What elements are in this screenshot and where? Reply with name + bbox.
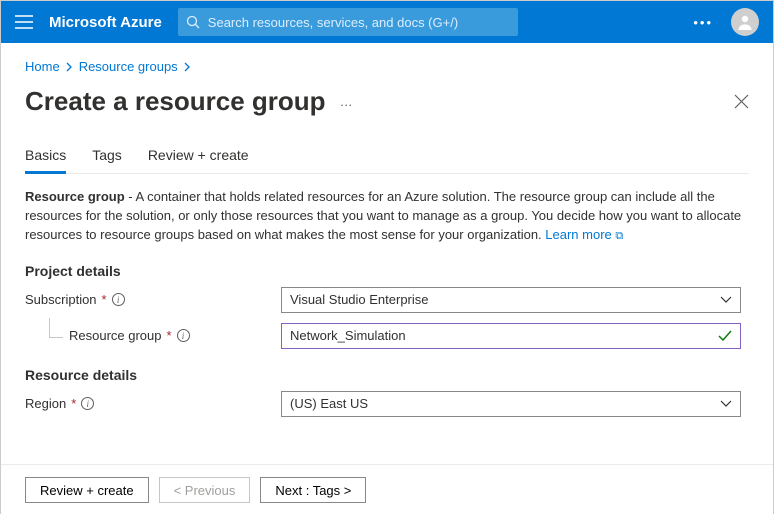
subscription-select[interactable]: Visual Studio Enterprise xyxy=(281,287,741,313)
section-resource-details: Resource details xyxy=(25,367,749,383)
content: Home Resource groups Create a resource g… xyxy=(1,43,773,417)
external-link-icon: ⧉ xyxy=(615,230,623,242)
close-icon[interactable] xyxy=(734,94,749,109)
search-input[interactable] xyxy=(208,15,510,30)
footer: Review + create < Previous Next : Tags > xyxy=(1,464,773,515)
desc-body: - A container that holds related resourc… xyxy=(25,189,741,242)
required-indicator: * xyxy=(71,396,76,411)
row-resource-group: Resource group * i Network_Simulation xyxy=(25,323,749,349)
required-indicator: * xyxy=(102,292,107,307)
avatar[interactable] xyxy=(731,8,759,36)
required-indicator: * xyxy=(167,328,172,343)
breadcrumb-home[interactable]: Home xyxy=(25,59,60,74)
previous-button: < Previous xyxy=(159,477,251,503)
search-icon xyxy=(186,15,200,29)
chevron-down-icon xyxy=(720,296,732,304)
breadcrumb-resource-groups[interactable]: Resource groups xyxy=(79,59,178,74)
region-value: (US) East US xyxy=(290,396,368,411)
title-row: Create a resource group … xyxy=(25,82,749,141)
tab-review[interactable]: Review + create xyxy=(148,141,249,173)
brand-label: Microsoft Azure xyxy=(49,14,162,31)
next-button[interactable]: Next : Tags > xyxy=(260,477,366,503)
chevron-down-icon xyxy=(720,400,732,408)
subscription-value: Visual Studio Enterprise xyxy=(290,292,429,307)
row-region: Region * i (US) East US xyxy=(25,391,749,417)
label-subscription: Subscription * i xyxy=(25,292,281,307)
section-project-details: Project details xyxy=(25,263,749,279)
info-icon[interactable]: i xyxy=(112,293,125,306)
info-icon[interactable]: i xyxy=(81,397,94,410)
tabs: Basics Tags Review + create xyxy=(25,141,749,174)
row-subscription: Subscription * i Visual Studio Enterpris… xyxy=(25,287,749,313)
check-icon xyxy=(718,330,732,342)
topbar-right: ••• xyxy=(693,8,759,36)
hamburger-icon[interactable] xyxy=(15,15,33,29)
resource-group-value: Network_Simulation xyxy=(290,328,406,343)
breadcrumb: Home Resource groups xyxy=(25,55,749,82)
page-title: Create a resource group xyxy=(25,86,326,117)
label-resource-group: Resource group * i xyxy=(25,328,281,343)
tab-basics[interactable]: Basics xyxy=(25,141,66,174)
title-more-icon[interactable]: … xyxy=(340,94,355,109)
top-bar: Microsoft Azure ••• xyxy=(1,1,773,43)
label-region: Region * i xyxy=(25,396,281,411)
resource-group-input[interactable]: Network_Simulation xyxy=(281,323,741,349)
search-box[interactable] xyxy=(178,8,518,36)
region-select[interactable]: (US) East US xyxy=(281,391,741,417)
description: Resource group - A container that holds … xyxy=(25,188,749,245)
chevron-right-icon xyxy=(184,62,191,72)
learn-more-link[interactable]: Learn more ⧉ xyxy=(545,227,623,242)
tab-tags[interactable]: Tags xyxy=(92,141,122,173)
chevron-right-icon xyxy=(66,62,73,72)
info-icon[interactable]: i xyxy=(177,329,190,342)
desc-lead: Resource group xyxy=(25,189,125,204)
more-icon[interactable]: ••• xyxy=(693,15,713,30)
review-create-button[interactable]: Review + create xyxy=(25,477,149,503)
tree-line-icon xyxy=(49,318,63,338)
